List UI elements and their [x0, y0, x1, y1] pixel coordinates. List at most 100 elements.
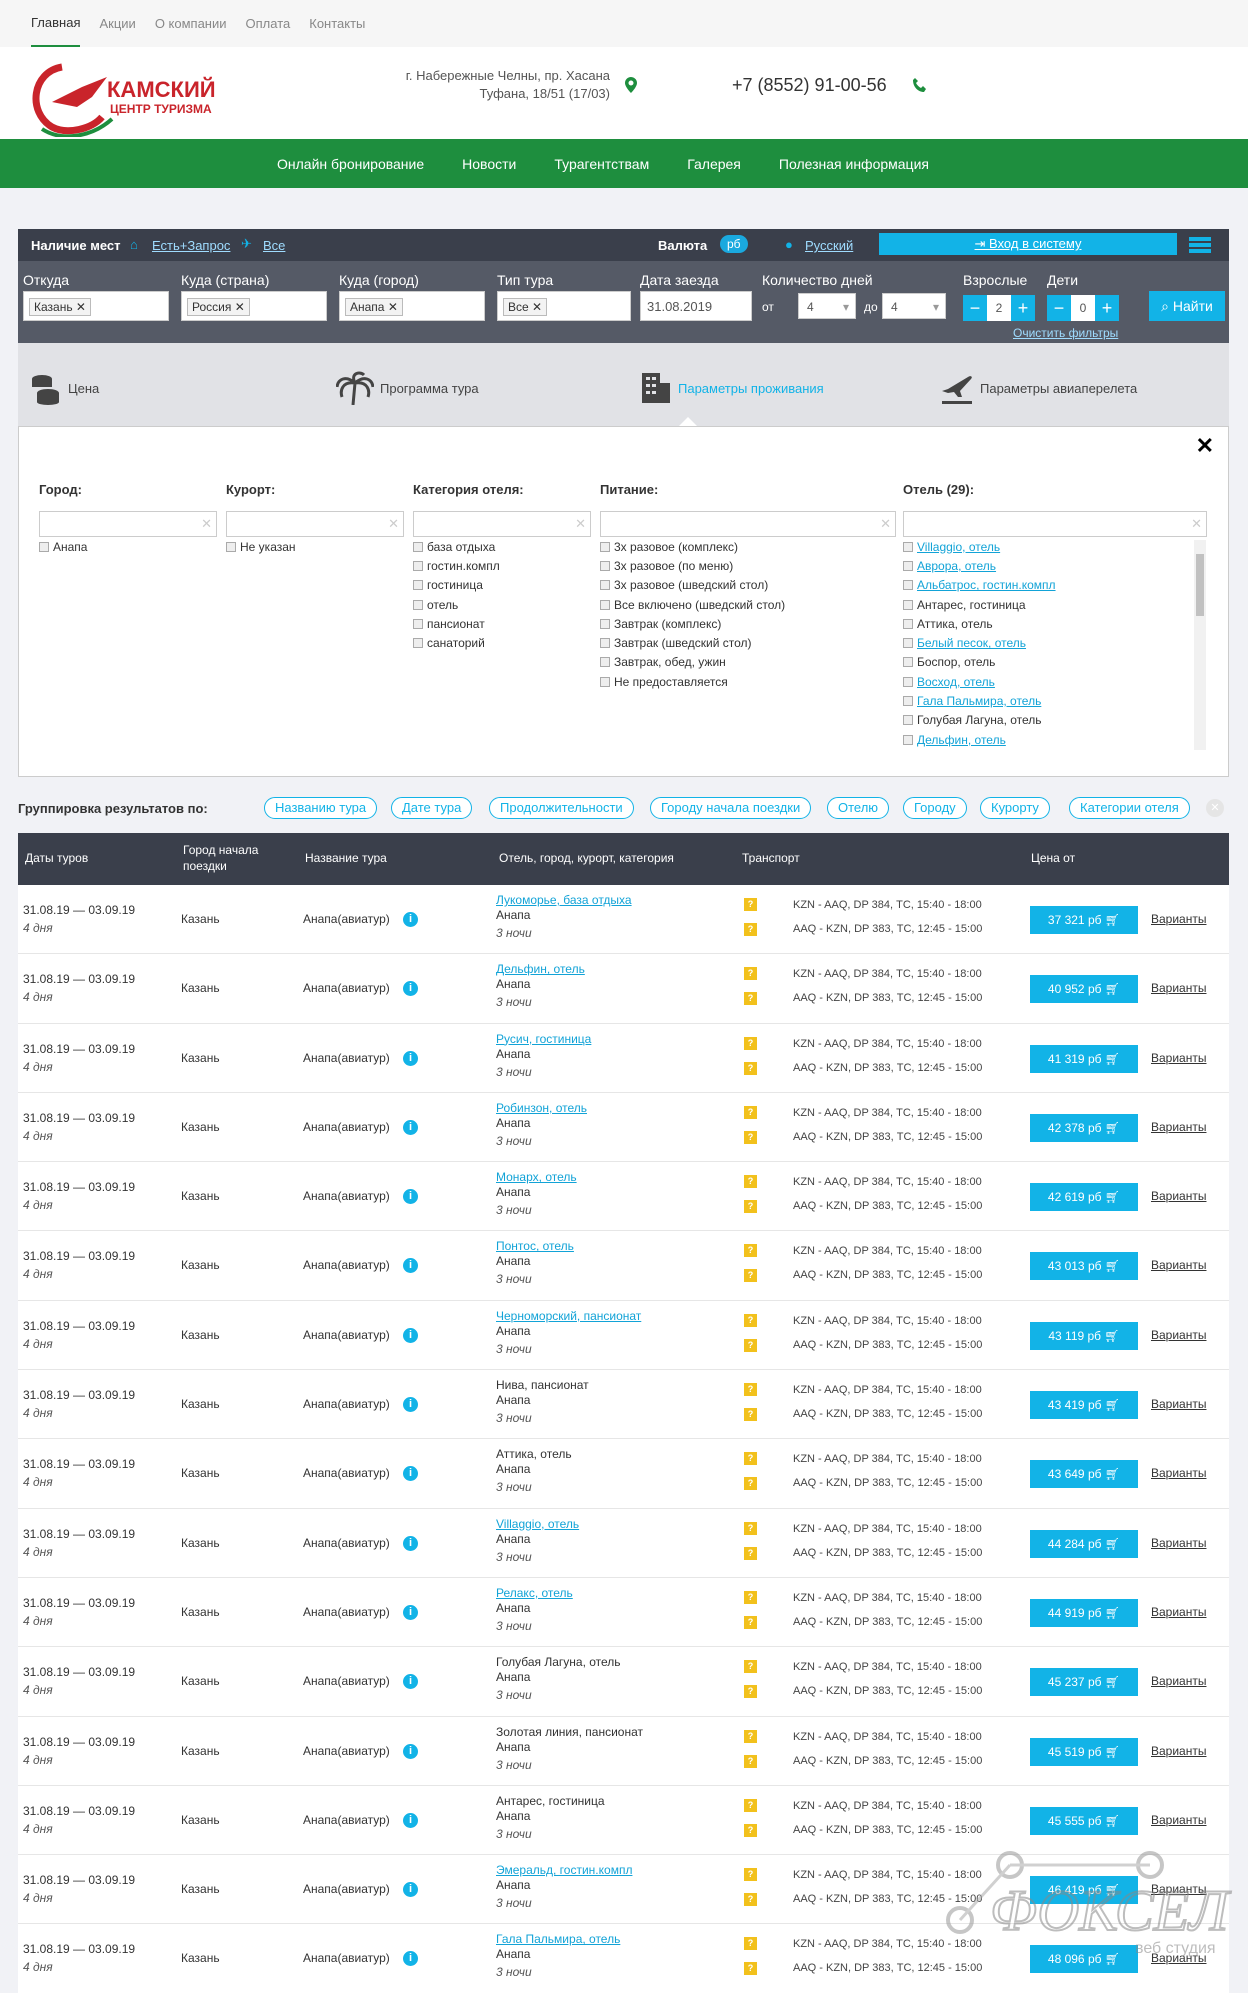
- price-button[interactable]: 45 237 рб 🛒︎: [1030, 1668, 1138, 1697]
- price-button[interactable]: 43 013 рб 🛒︎: [1030, 1252, 1138, 1281]
- price-button[interactable]: 40 952 рб 🛒︎: [1030, 975, 1138, 1004]
- kids-value[interactable]: 0: [1071, 295, 1095, 321]
- hotel-option[interactable]: Антарес, гостиница: [903, 595, 1207, 614]
- checkbox[interactable]: [600, 676, 610, 687]
- from-field[interactable]: Казань ✕: [23, 291, 169, 321]
- group-by-category[interactable]: Категории отеля: [1069, 797, 1190, 819]
- filter-option[interactable]: 3х разовое (шведский стол): [600, 576, 896, 595]
- question-icon[interactable]: ?: [744, 1269, 757, 1283]
- menu-icon[interactable]: [1189, 236, 1211, 254]
- clear-icon[interactable]: ✕: [1191, 516, 1202, 532]
- hotel-name[interactable]: Дельфин, отель: [496, 962, 585, 976]
- question-icon[interactable]: ?: [744, 1477, 757, 1491]
- hotel-name[interactable]: Черноморский, пансионат: [496, 1309, 641, 1323]
- hotel-name[interactable]: Монарх, отель: [496, 1170, 577, 1184]
- variants-link[interactable]: Варианты: [1151, 981, 1206, 995]
- variants-link[interactable]: Варианты: [1151, 1258, 1206, 1272]
- language-link[interactable]: Русский: [805, 238, 853, 253]
- clear-icon[interactable]: ✕: [575, 516, 586, 532]
- tab-flight[interactable]: Параметры авиаперелета: [940, 371, 1137, 405]
- filter-category-input[interactable]: ✕: [413, 511, 591, 537]
- filter-option[interactable]: Не предоставляется: [600, 672, 896, 691]
- question-icon[interactable]: ?: [744, 1615, 757, 1629]
- question-icon[interactable]: ?: [744, 1105, 757, 1119]
- question-icon[interactable]: ?: [744, 1546, 757, 1560]
- adults-plus-button[interactable]: +: [1011, 295, 1035, 321]
- clear-icon[interactable]: ✕: [388, 516, 399, 532]
- info-icon[interactable]: i: [403, 1119, 418, 1135]
- hotel-option[interactable]: Villaggio, отель: [903, 537, 1207, 556]
- tour-type-tag[interactable]: Все ✕: [503, 298, 548, 316]
- days-from-select[interactable]: 4 ▾: [798, 293, 856, 319]
- nav-agencies[interactable]: Турагентствам: [554, 156, 649, 172]
- tab-tour-program[interactable]: Программа тура: [336, 371, 479, 405]
- hotel-name[interactable]: Эмеральд, гостин.компл: [496, 1863, 632, 1877]
- nav-gallery[interactable]: Галерея: [687, 156, 741, 172]
- days-to-select[interactable]: 4 ▾: [882, 293, 946, 319]
- checkbox[interactable]: [903, 696, 913, 707]
- info-icon[interactable]: i: [403, 1674, 418, 1690]
- flight-filter-link[interactable]: Все: [263, 238, 285, 253]
- tour-type-field[interactable]: Все ✕: [497, 291, 631, 321]
- filter-option[interactable]: Завтрак (шведский стол): [600, 633, 896, 652]
- filter-city-input[interactable]: ✕: [39, 511, 217, 537]
- checkbox[interactable]: [413, 541, 423, 552]
- scrollbar-thumb[interactable]: [1196, 554, 1204, 616]
- checkbox[interactable]: [413, 599, 423, 610]
- question-icon[interactable]: ?: [744, 1685, 757, 1699]
- topnav-home[interactable]: Главная: [31, 0, 81, 47]
- clear-icon[interactable]: ✕: [201, 516, 212, 532]
- price-button[interactable]: 43 649 рб 🛒︎: [1030, 1460, 1138, 1489]
- clear-icon[interactable]: ✕: [880, 516, 891, 532]
- availability-link[interactable]: Есть+Запрос: [152, 238, 230, 253]
- filter-option[interactable]: гостиница: [413, 576, 591, 595]
- question-icon[interactable]: ?: [744, 1408, 757, 1422]
- price-button[interactable]: 44 284 рб 🛒︎: [1030, 1529, 1138, 1558]
- checkbox[interactable]: [903, 734, 913, 745]
- price-button[interactable]: 42 619 рб 🛒︎: [1030, 1183, 1138, 1212]
- country-field[interactable]: Россия ✕: [181, 291, 327, 321]
- info-icon[interactable]: i: [403, 912, 418, 927]
- question-icon[interactable]: ?: [744, 1036, 757, 1050]
- filter-option[interactable]: 3х разовое (комплекс): [600, 537, 896, 556]
- city-tag[interactable]: Анапа ✕: [345, 298, 403, 316]
- question-icon[interactable]: ?: [744, 1729, 757, 1743]
- variants-link[interactable]: Варианты: [1151, 1051, 1206, 1065]
- filter-option[interactable]: Анапа: [39, 537, 217, 556]
- checkbox[interactable]: [600, 541, 610, 552]
- question-icon[interactable]: ?: [744, 1823, 757, 1837]
- variants-link[interactable]: Варианты: [1151, 1120, 1206, 1134]
- filter-option[interactable]: Завтрак, обед, ужин: [600, 653, 896, 672]
- find-button[interactable]: ⌕ Найти: [1149, 291, 1225, 321]
- question-icon[interactable]: ?: [744, 1962, 757, 1976]
- group-by-hotel[interactable]: Отелю: [827, 797, 890, 819]
- checkbox[interactable]: [413, 560, 423, 571]
- checkbox[interactable]: [600, 657, 610, 668]
- checkbox[interactable]: [903, 676, 913, 687]
- hotel-option[interactable]: Боспор, отель: [903, 653, 1207, 672]
- from-tag[interactable]: Казань ✕: [29, 298, 91, 316]
- variants-link[interactable]: Варианты: [1151, 1397, 1206, 1411]
- tab-accommodation[interactable]: Параметры проживания: [638, 371, 824, 405]
- checkbox[interactable]: [903, 618, 913, 629]
- hotel-option[interactable]: Дельфин, отель: [903, 730, 1207, 749]
- hotel-name[interactable]: Лукоморье, база отдыха: [496, 893, 632, 907]
- variants-link[interactable]: Варианты: [1151, 1466, 1206, 1480]
- hotel-option[interactable]: Гала Пальмира, отель: [903, 691, 1207, 710]
- hotel-name[interactable]: Понтос, отель: [496, 1239, 574, 1253]
- topnav-promo[interactable]: Акции: [99, 0, 135, 47]
- question-icon[interactable]: ?: [744, 923, 757, 936]
- checkbox[interactable]: [600, 638, 610, 649]
- question-icon[interactable]: ?: [744, 1754, 757, 1768]
- kids-plus-button[interactable]: +: [1095, 295, 1119, 321]
- question-icon[interactable]: ?: [744, 1937, 757, 1951]
- checkbox[interactable]: [413, 618, 423, 629]
- question-icon[interactable]: ?: [744, 1313, 757, 1327]
- hotel-option[interactable]: Аврора, отель: [903, 556, 1207, 575]
- hotel-option[interactable]: Голубая Лагуна, отель: [903, 711, 1207, 730]
- nav-online-booking[interactable]: Онлайн бронирование: [277, 156, 424, 172]
- price-button[interactable]: 37 321 рб 🛒︎: [1030, 906, 1138, 934]
- price-button[interactable]: 41 319 рб 🛒︎: [1030, 1044, 1138, 1073]
- question-icon[interactable]: ?: [744, 1200, 757, 1214]
- filter-option[interactable]: 3х разовое (по меню): [600, 556, 896, 575]
